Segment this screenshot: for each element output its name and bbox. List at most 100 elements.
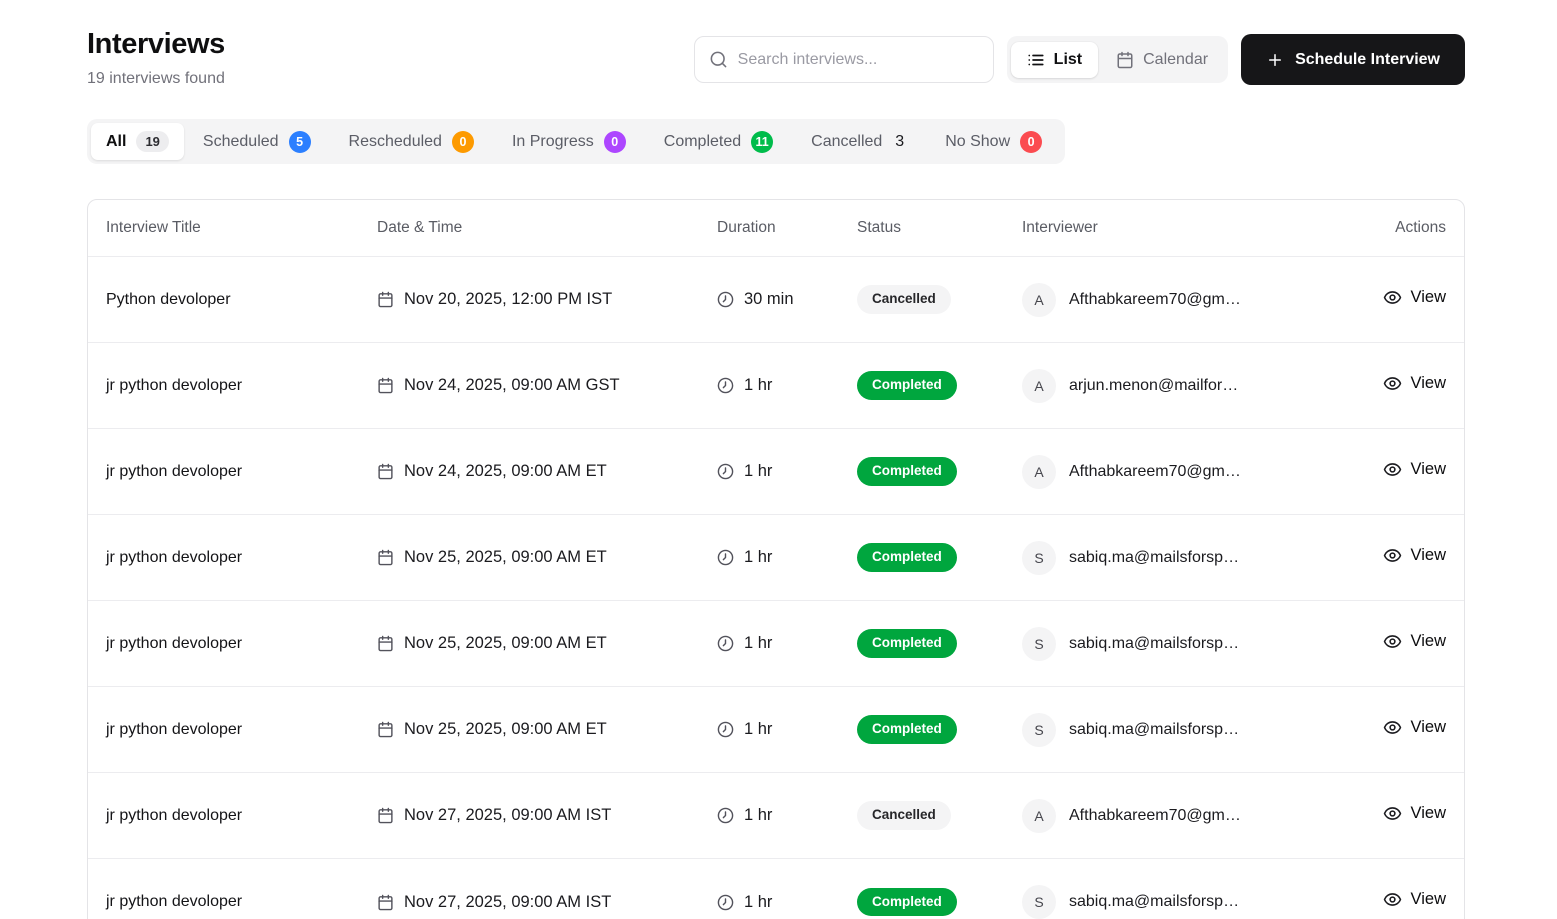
actions-cell: View bbox=[1361, 632, 1446, 656]
filter-tab-cancelled[interactable]: Cancelled 3 bbox=[792, 123, 926, 160]
clock-icon bbox=[717, 291, 734, 308]
avatar: A bbox=[1022, 799, 1056, 833]
actions-cell: View bbox=[1361, 718, 1446, 742]
table-row[interactable]: jr python devoloper Nov 25, 2025, 09:00 … bbox=[88, 515, 1464, 601]
status-badge: Cancelled bbox=[857, 801, 951, 830]
table-row[interactable]: jr python devoloper Nov 25, 2025, 09:00 … bbox=[88, 601, 1464, 687]
table-row[interactable]: jr python devoloper Nov 24, 2025, 09:00 … bbox=[88, 429, 1464, 515]
interview-title: jr python devoloper bbox=[106, 807, 377, 825]
view-button[interactable]: View bbox=[1383, 718, 1446, 737]
search-input[interactable] bbox=[738, 51, 979, 69]
interviewer-email: sabiq.ma@mailsforsp… bbox=[1069, 893, 1239, 911]
datetime-text: Nov 25, 2025, 09:00 AM ET bbox=[404, 720, 607, 739]
interviewer-email: sabiq.ma@mailsforsp… bbox=[1069, 721, 1239, 739]
clock-icon bbox=[717, 377, 734, 394]
eye-icon bbox=[1383, 288, 1402, 307]
view-button[interactable]: View bbox=[1383, 804, 1446, 823]
interviewer-cell: S sabiq.ma@mailsforsp… bbox=[1022, 627, 1361, 661]
column-header-actions: Actions bbox=[1361, 219, 1446, 237]
clock-icon bbox=[717, 807, 734, 824]
filter-tab-all[interactable]: All 19 bbox=[91, 123, 184, 160]
schedule-interview-button[interactable]: Schedule Interview bbox=[1241, 34, 1465, 85]
status-badge: Completed bbox=[857, 457, 957, 486]
datetime-text: Nov 20, 2025, 12:00 PM IST bbox=[404, 290, 612, 309]
datetime-text: Nov 24, 2025, 09:00 AM GST bbox=[404, 376, 620, 395]
view-label: View bbox=[1411, 718, 1446, 737]
interviewer-cell: A Afthabkareem70@gm… bbox=[1022, 455, 1361, 489]
filter-tab-in-progress[interactable]: In Progress 0 bbox=[493, 123, 645, 160]
duration-text: 1 hr bbox=[744, 893, 772, 912]
status-badge: Completed bbox=[857, 888, 957, 917]
column-header-duration: Duration bbox=[717, 219, 857, 237]
datetime-text: Nov 27, 2025, 09:00 AM IST bbox=[404, 806, 611, 825]
view-button[interactable]: View bbox=[1383, 288, 1446, 307]
interview-duration: 1 hr bbox=[717, 548, 857, 567]
table-row[interactable]: jr python devoloper Nov 24, 2025, 09:00 … bbox=[88, 343, 1464, 429]
avatar: A bbox=[1022, 369, 1056, 403]
view-button[interactable]: View bbox=[1383, 546, 1446, 565]
calendar-icon bbox=[377, 291, 394, 308]
interview-datetime: Nov 24, 2025, 09:00 AM ET bbox=[377, 462, 717, 481]
view-button[interactable]: View bbox=[1383, 890, 1446, 909]
view-button[interactable]: View bbox=[1383, 374, 1446, 393]
interview-title: jr python devoloper bbox=[106, 893, 377, 911]
interviewer-cell: A Afthabkareem70@gm… bbox=[1022, 799, 1361, 833]
interview-datetime: Nov 27, 2025, 09:00 AM IST bbox=[377, 806, 717, 825]
filter-tab-no-show[interactable]: No Show 0 bbox=[926, 123, 1061, 160]
duration-text: 1 hr bbox=[744, 376, 772, 395]
avatar: S bbox=[1022, 713, 1056, 747]
table-row[interactable]: Python devoloper Nov 20, 2025, 12:00 PM … bbox=[88, 257, 1464, 343]
duration-text: 1 hr bbox=[744, 634, 772, 653]
interview-datetime: Nov 20, 2025, 12:00 PM IST bbox=[377, 290, 717, 309]
avatar: A bbox=[1022, 283, 1056, 317]
view-label: View bbox=[1411, 546, 1446, 565]
avatar: S bbox=[1022, 541, 1056, 575]
calendar-view-button[interactable]: Calendar bbox=[1100, 42, 1224, 78]
clock-icon bbox=[717, 635, 734, 652]
status-filter-bar: All 19 Scheduled 5 Rescheduled 0 In Prog… bbox=[87, 119, 1065, 164]
interview-duration: 1 hr bbox=[717, 462, 857, 481]
interviewer-cell: S sabiq.ma@mailsforsp… bbox=[1022, 885, 1361, 919]
status-cell: Completed bbox=[857, 457, 1022, 486]
interview-title: jr python devoloper bbox=[106, 377, 377, 395]
status-badge: Completed bbox=[857, 543, 957, 572]
interviewer-email: sabiq.ma@mailsforsp… bbox=[1069, 635, 1239, 653]
interviewer-email: arjun.menon@mailfor… bbox=[1069, 377, 1238, 395]
search-box[interactable] bbox=[694, 36, 994, 83]
filter-tab-label: Rescheduled bbox=[349, 133, 442, 151]
filter-tab-rescheduled[interactable]: Rescheduled 0 bbox=[330, 123, 493, 160]
duration-text: 1 hr bbox=[744, 548, 772, 567]
table-row[interactable]: jr python devoloper Nov 25, 2025, 09:00 … bbox=[88, 687, 1464, 773]
filter-tab-label: No Show bbox=[945, 133, 1010, 151]
datetime-text: Nov 27, 2025, 09:00 AM IST bbox=[404, 893, 611, 912]
interview-title: jr python devoloper bbox=[106, 721, 377, 739]
view-button[interactable]: View bbox=[1383, 632, 1446, 651]
top-actions: List Calendar Schedule Interview bbox=[694, 34, 1465, 85]
actions-cell: View bbox=[1361, 890, 1446, 914]
table-row[interactable]: jr python devoloper Nov 27, 2025, 09:00 … bbox=[88, 773, 1464, 859]
filter-count-badge: 5 bbox=[289, 131, 311, 153]
eye-icon bbox=[1383, 718, 1402, 737]
list-view-button[interactable]: List bbox=[1011, 42, 1098, 78]
interview-duration: 1 hr bbox=[717, 893, 857, 912]
view-label: View bbox=[1411, 890, 1446, 909]
view-button[interactable]: View bbox=[1383, 460, 1446, 479]
eye-icon bbox=[1383, 804, 1402, 823]
interviewer-cell: A Afthabkareem70@gm… bbox=[1022, 283, 1361, 317]
interview-datetime: Nov 25, 2025, 09:00 AM ET bbox=[377, 720, 717, 739]
plus-icon bbox=[1266, 51, 1284, 69]
column-header-interviewer: Interviewer bbox=[1022, 219, 1361, 237]
table-row[interactable]: jr python devoloper Nov 27, 2025, 09:00 … bbox=[88, 859, 1464, 919]
filter-tab-scheduled[interactable]: Scheduled 5 bbox=[184, 123, 330, 160]
actions-cell: View bbox=[1361, 460, 1446, 484]
filter-tab-label: Completed bbox=[664, 133, 741, 151]
calendar-icon bbox=[377, 807, 394, 824]
status-cell: Completed bbox=[857, 543, 1022, 572]
status-cell: Completed bbox=[857, 629, 1022, 658]
interviewer-email: sabiq.ma@mailsforsp… bbox=[1069, 549, 1239, 567]
top-bar: Interviews 19 interviews found List bbox=[87, 28, 1465, 88]
column-header-datetime: Date & Time bbox=[377, 219, 717, 237]
status-badge: Completed bbox=[857, 715, 957, 744]
calendar-icon bbox=[377, 635, 394, 652]
filter-tab-completed[interactable]: Completed 11 bbox=[645, 123, 792, 160]
